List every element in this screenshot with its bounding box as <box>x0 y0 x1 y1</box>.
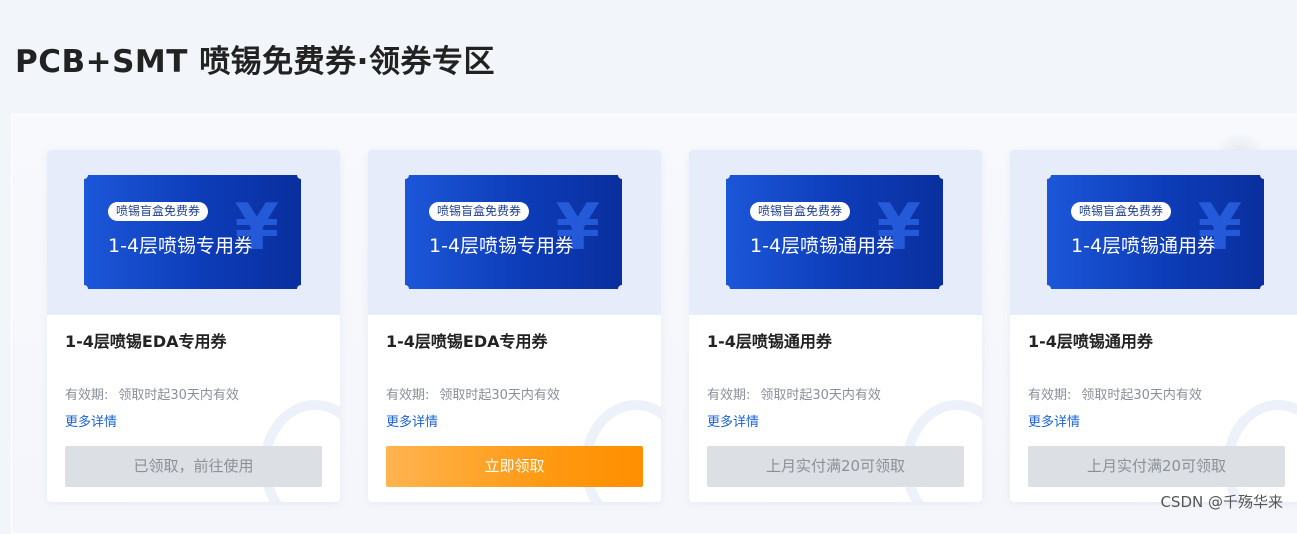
validity-value: 领取时起30天内有效 <box>760 388 881 403</box>
coupon-card: 喷锡盲盒免费券 1-4层喷锡专用券 ¥ 1-4层喷锡EDA专用券 有效期: 领取时… <box>368 150 661 502</box>
validity-text: 有效期: 领取时起30天内有效 <box>1028 387 1202 405</box>
validity-value: 领取时起30天内有效 <box>1081 388 1202 403</box>
coupon-card: 喷锡盲盒免费券 1-4层喷锡通用券 ¥ 1-4层喷锡通用券 有效期: 领取时起30… <box>1010 150 1297 502</box>
coupon-ticket: 喷锡盲盒免费券 1-4层喷锡专用券 ¥ <box>401 171 626 293</box>
more-details-link[interactable]: 更多详情 <box>1028 414 1080 432</box>
coupon-card: 喷锡盲盒免费券 1-4层喷锡通用券 ¥ 1-4层喷锡通用券 有效期: 领取时起30… <box>689 150 982 502</box>
page-title: PCB+SMT 喷锡免费券·领券专区 <box>15 44 495 80</box>
yen-icon: ¥ <box>234 191 279 265</box>
coupon-banner: 喷锡盲盒免费券 1-4层喷锡专用券 ¥ <box>47 150 340 315</box>
card-title: 1-4层喷锡EDA专用券 <box>65 332 227 351</box>
yen-icon: ¥ <box>1197 191 1242 265</box>
yen-icon: ¥ <box>876 191 921 265</box>
coupon-ticket: 喷锡盲盒免费券 1-4层喷锡通用券 ¥ <box>1043 171 1268 293</box>
card-title: 1-4层喷锡EDA专用券 <box>386 332 548 351</box>
coupon-name: 1-4层喷锡通用券 <box>1071 235 1217 257</box>
coupon-banner: 喷锡盲盒免费券 1-4层喷锡专用券 ¥ <box>368 150 661 315</box>
watermark: CSDN @千殇华来 <box>1160 493 1283 511</box>
validity-text: 有效期: 领取时起30天内有效 <box>707 387 881 405</box>
coupon-ticket: 喷锡盲盒免费券 1-4层喷锡通用券 ¥ <box>722 171 947 293</box>
coupon-card: 喷锡盲盒免费券 1-4层喷锡专用券 ¥ 1-4层喷锡EDA专用券 有效期: 领取时… <box>47 150 340 502</box>
coupon-badge: 喷锡盲盒免费券 <box>750 202 851 221</box>
yen-icon: ¥ <box>555 191 600 265</box>
validity-label: 有效期: <box>1028 388 1072 403</box>
validity-value: 领取时起30天内有效 <box>439 388 560 403</box>
coupon-badge: 喷锡盲盒免费券 <box>1071 202 1172 221</box>
more-details-link[interactable]: 更多详情 <box>707 414 759 432</box>
go-use-button[interactable]: 已领取，前往使用 <box>65 446 322 487</box>
validity-value: 领取时起30天内有效 <box>118 388 239 403</box>
validity-text: 有效期: 领取时起30天内有效 <box>386 387 560 405</box>
coupon-badge: 喷锡盲盒免费券 <box>429 202 530 221</box>
coupon-ticket: 喷锡盲盒免费券 1-4层喷锡专用券 ¥ <box>80 171 305 293</box>
validity-label: 有效期: <box>707 388 751 403</box>
validity-label: 有效期: <box>65 388 109 403</box>
coupon-banner: 喷锡盲盒免费券 1-4层喷锡通用券 ¥ <box>689 150 982 315</box>
card-title: 1-4层喷锡通用券 <box>1028 332 1153 351</box>
claim-now-button[interactable]: 立即领取 <box>386 446 643 487</box>
claim-condition-button[interactable]: 上月实付满20可领取 <box>1028 446 1285 487</box>
coupon-badge: 喷锡盲盒免费券 <box>108 202 209 221</box>
more-details-link[interactable]: 更多详情 <box>65 414 117 432</box>
more-details-link[interactable]: 更多详情 <box>386 414 438 432</box>
coupon-name: 1-4层喷锡通用券 <box>750 235 896 257</box>
coupon-banner: 喷锡盲盒免费券 1-4层喷锡通用券 ¥ <box>1010 150 1297 315</box>
card-title: 1-4层喷锡通用券 <box>707 332 832 351</box>
coupon-name: 1-4层喷锡专用券 <box>429 235 575 257</box>
claim-condition-button[interactable]: 上月实付满20可领取 <box>707 446 964 487</box>
validity-text: 有效期: 领取时起30天内有效 <box>65 387 239 405</box>
coupon-name: 1-4层喷锡专用券 <box>108 235 254 257</box>
validity-label: 有效期: <box>386 388 430 403</box>
